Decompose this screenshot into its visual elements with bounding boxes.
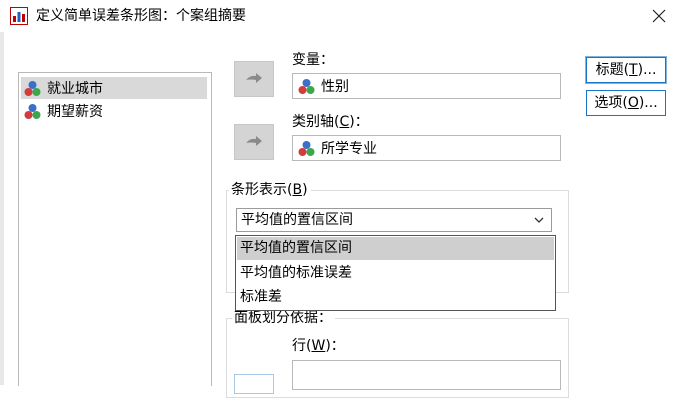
chevron-down-icon bbox=[533, 214, 545, 226]
list-item-label: 就业城市 bbox=[47, 81, 103, 97]
move-to-category-axis-button[interactable] bbox=[234, 124, 274, 160]
arrow-right-icon bbox=[246, 136, 262, 146]
app-icon bbox=[10, 7, 28, 25]
rows-field[interactable] bbox=[292, 360, 561, 390]
nominal-variable-icon bbox=[24, 103, 41, 120]
move-to-variable-button[interactable] bbox=[234, 61, 274, 97]
dropdown-option[interactable]: 标准差 bbox=[237, 286, 554, 309]
window-title: 定义简单误差条形图：个案组摘要 bbox=[36, 8, 246, 24]
variable-value: 性别 bbox=[321, 79, 349, 95]
list-item[interactable]: 就业城市 bbox=[21, 77, 207, 99]
dropdown-selected-value: 平均值的置信区间 bbox=[241, 212, 353, 228]
source-variable-list[interactable]: 就业城市 期望薪资 bbox=[18, 72, 212, 386]
options-button[interactable]: 选项(O)... bbox=[586, 90, 666, 116]
arrow-right-icon bbox=[246, 73, 262, 83]
close-icon bbox=[652, 9, 666, 23]
category-axis-field[interactable]: 所学专业 bbox=[292, 135, 561, 161]
window-edge bbox=[0, 32, 4, 385]
dropdown-option[interactable]: 平均值的置信区间 bbox=[237, 237, 554, 260]
move-to-rows-button[interactable] bbox=[234, 374, 274, 394]
panel-by-title: 面板划分依据： bbox=[232, 309, 335, 327]
variable-field[interactable]: 性别 bbox=[292, 73, 561, 99]
bars-represent-dropdown[interactable]: 平均值的置信区间 bbox=[236, 208, 552, 232]
nominal-variable-icon bbox=[298, 78, 315, 95]
bars-represent-title: 条形表示(B) bbox=[229, 181, 311, 199]
variable-label: 变量： bbox=[292, 52, 334, 68]
category-axis-label: 类别轴(C)： bbox=[292, 114, 369, 130]
dropdown-option[interactable]: 平均值的标准误差 bbox=[237, 262, 554, 285]
list-item[interactable]: 期望薪资 bbox=[21, 100, 103, 122]
list-item-label: 期望薪资 bbox=[47, 104, 103, 120]
bars-represent-options-list[interactable]: 平均值的置信区间 平均值的标准误差 标准差 bbox=[235, 235, 556, 311]
nominal-variable-icon bbox=[24, 80, 41, 97]
category-axis-value: 所学专业 bbox=[321, 141, 377, 157]
close-button[interactable] bbox=[640, 1, 678, 31]
nominal-variable-icon bbox=[298, 140, 315, 157]
titles-button[interactable]: 标题(T)... bbox=[586, 57, 666, 83]
rows-label: 行(W)： bbox=[292, 338, 345, 354]
